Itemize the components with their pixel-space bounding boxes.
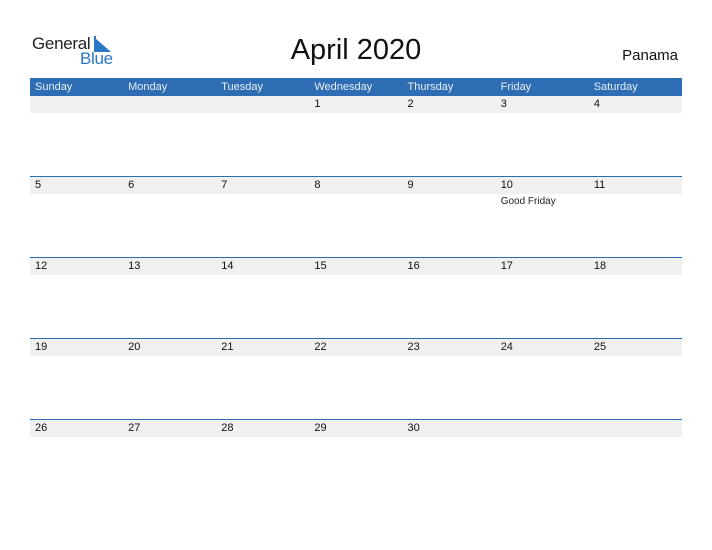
day-cell	[123, 96, 216, 177]
day-cell: 28	[216, 420, 309, 501]
day-number: 8	[314, 179, 321, 191]
weekday-header: Sunday Monday Tuesday Wednesday Thursday…	[30, 78, 682, 96]
weekday-wednesday: Wednesday	[314, 81, 373, 93]
day-number: 4	[593, 98, 600, 110]
day-number: 13	[128, 260, 141, 272]
day-number: 15	[314, 260, 327, 272]
day-number: 14	[221, 260, 234, 272]
day-cell: 11	[589, 177, 682, 258]
day-cell: 16	[403, 258, 496, 339]
day-number: 16	[407, 260, 420, 272]
calendar-week-row: 5 6 7 8 9 10 Good Friday 11	[30, 176, 682, 257]
day-cell	[589, 420, 682, 501]
day-number: 12	[35, 260, 48, 272]
day-number: 27	[128, 422, 141, 434]
day-number: 10	[500, 179, 513, 191]
day-number: 26	[35, 422, 48, 434]
day-cell: 2	[403, 96, 496, 177]
day-cell	[30, 96, 123, 177]
day-cell: 8	[309, 177, 402, 258]
day-number: 6	[128, 179, 135, 191]
day-number: 7	[221, 179, 228, 191]
day-cell: 20	[123, 339, 216, 420]
day-cell: 26	[30, 420, 123, 501]
day-cell: 9	[403, 177, 496, 258]
calendar-week-row: 1 2 3 4	[30, 96, 682, 177]
day-number: 21	[221, 341, 234, 353]
day-cell: 6	[123, 177, 216, 258]
day-number: 22	[314, 341, 327, 353]
day-number: 5	[35, 179, 42, 191]
day-cell: 12	[30, 258, 123, 339]
day-number: 24	[500, 341, 513, 353]
day-number: 25	[593, 341, 607, 353]
weekday-monday: Monday	[128, 81, 168, 93]
day-cell: 29	[309, 420, 402, 501]
day-number: 18	[593, 260, 607, 272]
day-cell: 27	[123, 420, 216, 501]
day-cell: 24	[496, 339, 589, 420]
calendar-week-row: 19 20 21 22 23 24 25	[30, 338, 682, 419]
day-number: 1	[314, 98, 321, 110]
day-cell: 10 Good Friday	[496, 177, 589, 258]
day-cell: 1	[309, 96, 402, 177]
holiday-label: Good Friday	[500, 196, 556, 207]
day-cell: 14	[216, 258, 309, 339]
day-cell: 22	[309, 339, 402, 420]
day-number: 17	[500, 260, 513, 272]
weekday-friday: Friday	[500, 81, 532, 93]
day-cell: 4	[589, 96, 682, 177]
day-cell: 5	[30, 177, 123, 258]
day-number: 30	[407, 422, 420, 434]
day-cell: 30	[403, 420, 496, 501]
day-number: 19	[35, 341, 48, 353]
day-cell: 19	[30, 339, 123, 420]
day-number: 11	[593, 179, 606, 191]
day-number: 3	[500, 98, 507, 110]
day-cell: 7	[216, 177, 309, 258]
day-number: 20	[128, 341, 141, 353]
day-cell: 17	[496, 258, 589, 339]
calendar-title: April 2020	[290, 34, 422, 66]
weekday-thursday: Thursday	[407, 81, 454, 93]
day-number: 28	[221, 422, 234, 434]
day-number: 2	[407, 98, 414, 110]
day-cell: 13	[123, 258, 216, 339]
day-number: 9	[407, 179, 414, 191]
weekday-saturday: Saturday	[593, 81, 638, 93]
day-cell	[216, 96, 309, 177]
day-number: 23	[407, 341, 420, 353]
calendar-week-row: 12 13 14 15 16 17 18	[30, 257, 682, 338]
weekday-sunday: Sunday	[35, 81, 73, 93]
day-cell: 21	[216, 339, 309, 420]
day-cell: 15	[309, 258, 402, 339]
day-cell: 25	[589, 339, 682, 420]
day-cell: 3	[496, 96, 589, 177]
calendar-week-row: 26 27 28 29 30	[30, 419, 682, 500]
country-label: Panama	[622, 47, 678, 64]
day-cell	[496, 420, 589, 501]
day-cell: 18	[589, 258, 682, 339]
day-number: 29	[314, 422, 327, 434]
day-cell: 23	[403, 339, 496, 420]
weekday-tuesday: Tuesday	[221, 81, 264, 93]
